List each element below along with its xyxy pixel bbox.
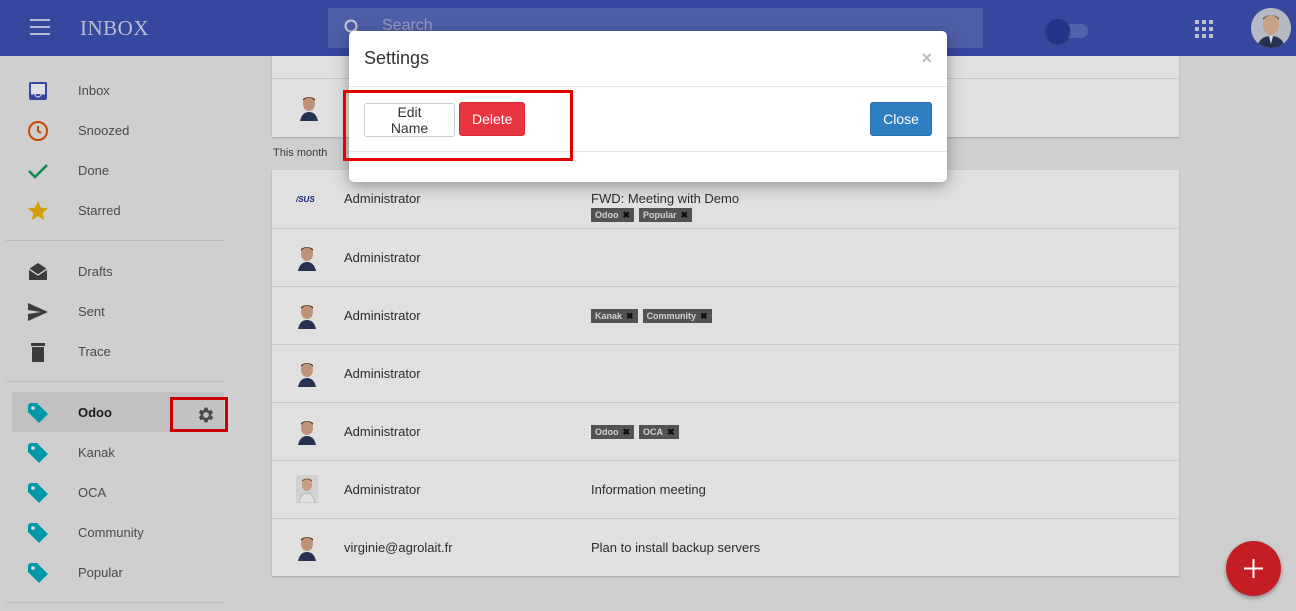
highlight-box bbox=[343, 90, 573, 161]
close-icon[interactable]: × bbox=[921, 48, 932, 69]
dialog-divider bbox=[349, 86, 947, 87]
dialog-title: Settings bbox=[364, 48, 430, 68]
plus-icon bbox=[1244, 559, 1263, 578]
compose-button[interactable] bbox=[1226, 541, 1281, 596]
close-button[interactable]: Close bbox=[870, 102, 932, 136]
